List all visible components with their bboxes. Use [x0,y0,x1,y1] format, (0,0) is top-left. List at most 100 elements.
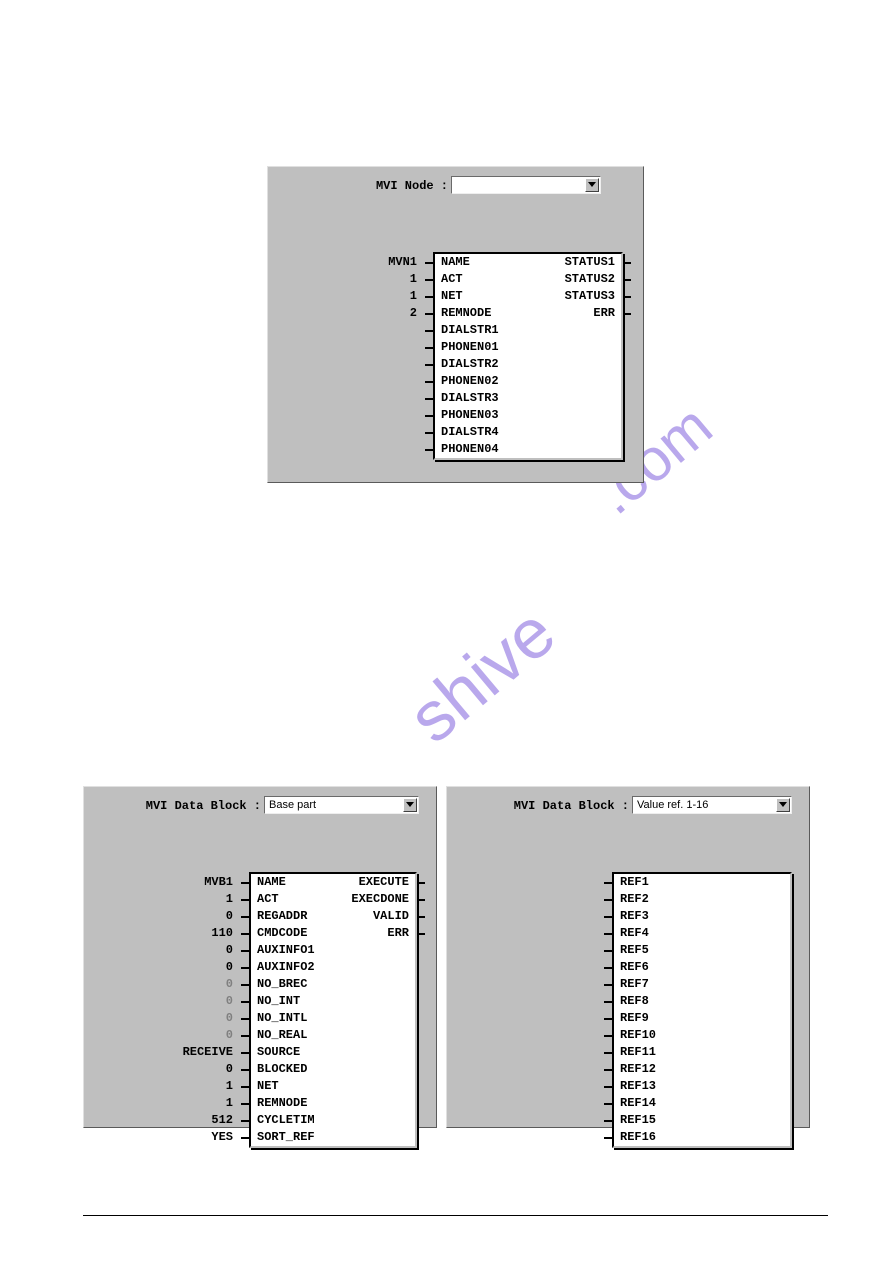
port-row: NET1 [251,1078,415,1095]
port-tick [604,1120,612,1122]
port-tick [241,984,249,986]
input-port: ACT [441,271,463,288]
port-tick [604,916,612,918]
port-tick [604,899,612,901]
port-row: DIALSTR1 [435,322,621,339]
port-tick [241,1018,249,1020]
input-port: SOURCE [257,1044,300,1061]
input-value: 512 [101,1112,233,1129]
port-tick [417,916,425,918]
mvi-node-function-block: NAMEMVN1STATUS1ACT1STATUS2NET1STATUS3REM… [433,252,623,460]
input-value: 1 [285,288,417,305]
input-value: 0 [101,1010,233,1027]
input-port: SORT_REF [257,1129,315,1146]
port-tick [241,1137,249,1139]
port-tick [604,1086,612,1088]
input-port: NET [441,288,463,305]
mvi-node-dropdown[interactable] [451,176,601,194]
input-value: 1 [101,1095,233,1112]
port-row: NO_INTL0 [251,1010,415,1027]
input-value: MVB1 [101,874,233,891]
input-port: NO_INT [257,993,300,1010]
input-port: DIALSTR4 [441,424,499,441]
input-port: REF16 [620,1129,656,1146]
port-row: PHONEN03 [435,407,621,424]
port-tick [604,1103,612,1105]
input-port: REF8 [620,993,649,1010]
port-row: REF16 [614,1129,790,1146]
input-value: 1 [101,891,233,908]
port-tick [425,347,433,349]
port-row: AUXINFO10 [251,942,415,959]
output-port: EXECUTE [359,874,409,891]
port-tick [425,415,433,417]
input-port: NAME [257,874,286,891]
port-row: REMNODE1 [251,1095,415,1112]
input-port: REF14 [620,1095,656,1112]
port-tick [241,1052,249,1054]
port-tick [241,882,249,884]
port-row: DIALSTR3 [435,390,621,407]
mvi-data-block-dropdown-ref[interactable]: Value ref. 1-16 [632,796,792,814]
port-tick [604,967,612,969]
port-tick [241,1120,249,1122]
port-row: NAMEMVB1EXECUTE [251,874,415,891]
input-port: DIALSTR1 [441,322,499,339]
port-row: REF5 [614,942,790,959]
port-row: ACT1EXECDONE [251,891,415,908]
port-row: CYCLETIM512 [251,1112,415,1129]
port-row: REF14 [614,1095,790,1112]
mvi-node-panel: MVI Node : NAMEMVN1STATUS1ACT1STATUS2NET… [267,166,644,483]
input-value: 2 [285,305,417,322]
port-row: REGADDR0VALID [251,908,415,925]
input-port: NO_INTL [257,1010,307,1027]
input-value: 1 [285,271,417,288]
input-port: REF6 [620,959,649,976]
port-tick [241,1035,249,1037]
chevron-down-icon[interactable] [403,798,417,812]
port-tick [604,1052,612,1054]
port-row: PHONEN01 [435,339,621,356]
port-tick [241,967,249,969]
input-value: 0 [101,908,233,925]
port-tick [425,330,433,332]
input-port: NET [257,1078,279,1095]
port-row: REF1 [614,874,790,891]
port-row: AUXINFO20 [251,959,415,976]
port-row: PHONEN04 [435,441,621,458]
port-row: REMNODE2ERR [435,305,621,322]
output-port: EXECDONE [351,891,409,908]
port-row: REF4 [614,925,790,942]
port-tick [604,1001,612,1003]
port-tick [604,933,612,935]
input-value: 0 [101,1027,233,1044]
mvi-data-block-base-function-block: NAMEMVB1EXECUTEACT1EXECDONEREGADDR0VALID… [249,872,417,1148]
port-row: ACT1STATUS2 [435,271,621,288]
port-tick [425,313,433,315]
port-row: REF15 [614,1112,790,1129]
input-port: REGADDR [257,908,307,925]
input-port: REF13 [620,1078,656,1095]
port-row: NO_BREC0 [251,976,415,993]
port-tick [417,899,425,901]
port-tick [425,398,433,400]
input-value: 0 [101,942,233,959]
input-value: 0 [101,1061,233,1078]
mvi-data-block-dropdown-base[interactable]: Base part [264,796,419,814]
input-port: PHONEN01 [441,339,499,356]
port-row: REF7 [614,976,790,993]
chevron-down-icon[interactable] [776,798,790,812]
output-port: STATUS1 [565,254,615,271]
port-row: REF8 [614,993,790,1010]
port-row: NO_INT0 [251,993,415,1010]
port-row: REF3 [614,908,790,925]
chevron-down-icon[interactable] [585,178,599,192]
port-tick [241,1103,249,1105]
input-value: 0 [101,976,233,993]
port-row: NAMEMVN1STATUS1 [435,254,621,271]
input-value: 0 [101,993,233,1010]
input-port: ACT [257,891,279,908]
port-row: NO_REAL0 [251,1027,415,1044]
port-tick [604,950,612,952]
port-row: REF9 [614,1010,790,1027]
